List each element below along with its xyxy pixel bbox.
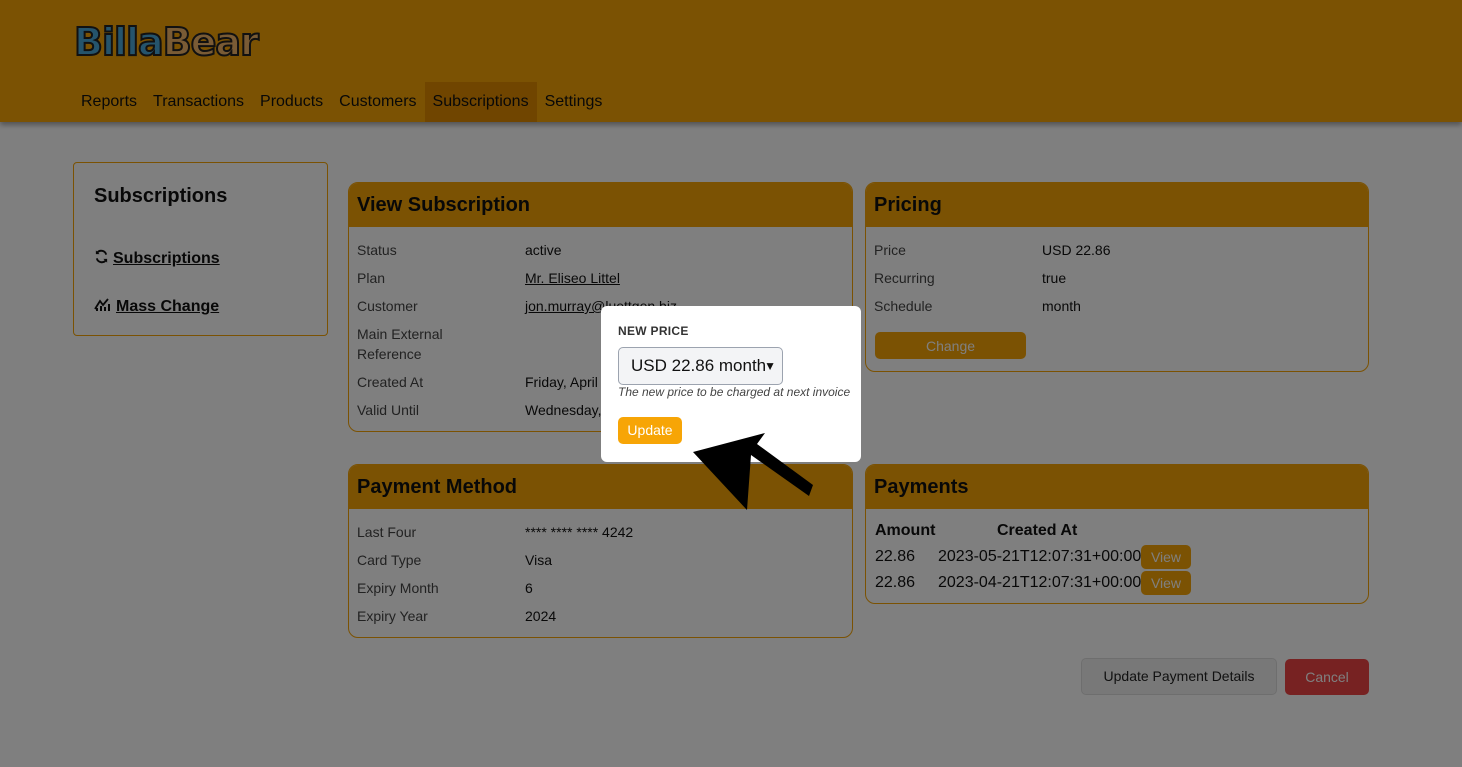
new-price-hint: The new price to be charged at next invo… <box>618 385 851 399</box>
chevron-down-icon: ▼ <box>764 359 776 373</box>
new-price-label: NEW PRICE <box>618 324 689 338</box>
update-price-button[interactable]: Update <box>618 417 682 444</box>
select-value: USD 22.86 month <box>631 356 767 375</box>
new-price-select[interactable]: USD 22.86 month ▼ <box>618 347 783 385</box>
arrow-pointer-icon <box>693 433 813 510</box>
